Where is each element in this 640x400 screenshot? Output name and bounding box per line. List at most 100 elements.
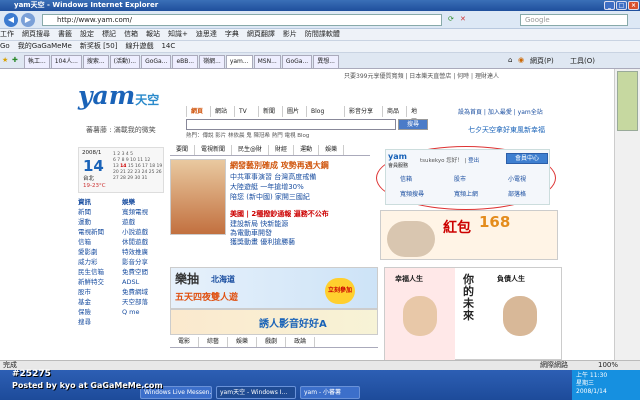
system-tray[interactable]: 上午 11:30 星期三 2008/1/14 <box>572 370 640 400</box>
sidebar-link[interactable]: 資訊 <box>78 197 122 207</box>
links-toolbar-item[interactable]: 線升遊戲 <box>125 41 153 52</box>
sidebar-link[interactable]: 保險 <box>78 307 122 317</box>
sidebar-link[interactable]: 愛影劇 <box>78 247 122 257</box>
video-ad[interactable]: 誘人影音好好A <box>170 309 378 335</box>
bottom-tab[interactable]: 政論 <box>286 337 316 347</box>
news-item[interactable]: 陪您 (新中國) 家開三國紀 <box>230 192 372 202</box>
nav-tab-6[interactable]: 影音分享 <box>344 106 377 117</box>
sidebar-link[interactable]: 搜尋 <box>78 317 122 327</box>
sidebar-link[interactable]: 新鮮特交 <box>78 277 122 287</box>
member-item[interactable]: 股市 <box>454 174 466 183</box>
sidebar-link[interactable]: ADSL <box>122 277 166 287</box>
news-tab[interactable]: 電視新聞 <box>195 145 233 155</box>
member-item[interactable]: 信箱 <box>400 174 412 183</box>
header-links[interactable]: 設為首頁 | 加入最愛 | yam全站 <box>458 107 543 116</box>
yahoo-toolbar-item[interactable]: 報站 <box>146 29 160 40</box>
sidebar-link[interactable]: 特效推廣 <box>122 247 166 257</box>
sidebar-link[interactable]: 威力彩 <box>78 257 122 267</box>
favorites-star-icon[interactable]: ★ <box>2 56 8 64</box>
member-center-button[interactable]: 會員中心 <box>506 153 548 164</box>
toolbar-tools[interactable]: 工具(O) <box>570 56 595 66</box>
member-item[interactable]: 小電視 <box>508 174 526 183</box>
sidebar-link[interactable]: 新聞 <box>78 207 122 217</box>
nav-tab-5[interactable]: Blog <box>306 106 328 117</box>
browser-tab[interactable]: 搜索... <box>82 55 109 68</box>
vertical-scrollbar[interactable] <box>614 69 640 360</box>
member-item[interactable]: 寬頻上網 <box>454 189 478 198</box>
sidebar-link[interactable]: 股市 <box>78 287 122 297</box>
toolbar-page[interactable]: 網頁(P) <box>530 56 554 66</box>
nav-tab-7[interactable]: 商品 <box>382 106 403 117</box>
news-tab[interactable]: 運動 <box>294 145 320 155</box>
sidebar-link[interactable]: 影音分享 <box>122 257 166 267</box>
news-tab[interactable]: 財經 <box>269 145 295 155</box>
scroll-thumb[interactable] <box>617 71 638 131</box>
sidebar-link[interactable]: 寬頻電視 <box>122 207 166 217</box>
top-promo-links[interactable]: 只要399元享優質寬頻 | 日本樂天直營店 | 何時 | 理財達人 <box>344 71 614 80</box>
member-item[interactable]: 寬頻搜尋 <box>400 189 424 198</box>
links-toolbar-item[interactable]: 我的GaGaMeMe <box>18 41 72 52</box>
search-input[interactable]: Google <box>520 14 628 26</box>
sidebar-link[interactable]: 免費網域 <box>122 287 166 297</box>
browser-tab[interactable]: MSN... <box>253 55 281 68</box>
sidebar-link[interactable]: 休閒遊戲 <box>122 237 166 247</box>
redenvelope-ad[interactable]: 紅包 168 <box>380 210 558 260</box>
news-item[interactable]: 大陸遊艇 一年搶增30% <box>230 182 372 192</box>
browser-tab[interactable]: 異想... <box>313 55 339 68</box>
yahoo-toolbar-item[interactable]: 迪思達 <box>196 29 217 40</box>
yahoo-toolbar-item[interactable]: 知識+ <box>168 29 188 40</box>
sidebar-link[interactable]: 電視新聞 <box>78 227 122 237</box>
browser-tab[interactable]: (活動)... <box>109 55 141 68</box>
search-button[interactable]: 搜尋 <box>398 119 428 130</box>
news-headline2[interactable]: 美國 | 2種撥鈔通報 逼務不公布 <box>230 209 329 219</box>
sidebar-link[interactable]: 天空部落 <box>122 297 166 307</box>
back-icon[interactable]: ◀ <box>4 13 18 27</box>
yahoo-toolbar-item[interactable]: 工作 <box>0 29 14 40</box>
nav-tab-2[interactable]: TV <box>234 106 251 117</box>
browser-tab[interactable]: 嶺網... <box>199 55 225 68</box>
yahoo-toolbar-item[interactable]: 標記 <box>102 29 116 40</box>
nav-tab-8[interactable]: 地圖 <box>406 106 426 126</box>
address-bar[interactable]: http://www.yam.com/ <box>42 14 442 26</box>
browser-tab[interactable]: GoGa... <box>141 55 172 68</box>
bottom-tab[interactable]: 娛樂 <box>228 337 258 347</box>
news-item[interactable]: 獲獎動畫 優利搶勝藝 <box>230 238 372 247</box>
refresh-icon[interactable]: ⟳ <box>448 15 454 23</box>
news-item[interactable]: 中共軍事演習 台灣高度戒備 <box>230 172 372 182</box>
bottom-tab[interactable]: 戲劇 <box>257 337 287 347</box>
news-item[interactable]: 建設新局 快新能源 <box>230 220 372 229</box>
sidebar-link[interactable]: Q me <box>122 307 166 317</box>
logout-link[interactable]: 登出 <box>468 158 479 164</box>
yahoo-toolbar-item[interactable]: 設定 <box>80 29 94 40</box>
links-toolbar-item[interactable]: Go <box>0 41 10 52</box>
hot-searches[interactable]: 熱門：傳說 影片 林依晨 鬼 陳冠希 熱門 電視 Blog <box>186 131 446 139</box>
browser-tab[interactable]: 執工... <box>24 55 50 68</box>
stop-icon[interactable]: ✕ <box>460 15 466 23</box>
yahoo-toolbar-item[interactable]: 字典 <box>225 29 239 40</box>
add-favorite-icon[interactable]: ✚ <box>12 56 18 64</box>
browser-tab[interactable]: yam... <box>225 55 253 68</box>
yahoo-toolbar-item[interactable]: 書籤 <box>58 29 72 40</box>
sidebar-link[interactable]: 基金 <box>78 297 122 307</box>
calendar-grid[interactable]: 1 2 3 4 56 7 8 9 10 11 12 13 14 15 16 17 … <box>113 152 163 190</box>
home-icon[interactable]: ⌂ <box>508 56 512 64</box>
future-ad[interactable]: 幸福人生 你的未來 負債人生 <box>384 267 562 360</box>
hokkaido-ad[interactable]: 樂抽 北海道 五天四夜雙人遊 立刻參加 <box>170 267 378 309</box>
sidebar-link[interactable]: 免費空間 <box>122 267 166 277</box>
yahoo-toolbar-item[interactable]: 網頁翻譯 <box>247 29 275 40</box>
bottom-tab[interactable]: 電影 <box>170 337 200 347</box>
nav-tab-0[interactable]: 網頁 <box>186 106 207 117</box>
sidebar-link[interactable]: 民生信箱 <box>78 267 122 277</box>
yahoo-toolbar-item[interactable]: 信箱 <box>124 29 138 40</box>
news-tab[interactable]: 娛樂 <box>319 145 345 155</box>
news-tab[interactable]: 民生@財 <box>232 145 270 155</box>
news-item[interactable]: 為電動車開發 <box>230 229 372 238</box>
links-toolbar-item[interactable]: 14C <box>161 41 175 52</box>
sidebar-link[interactable]: 信箱 <box>78 237 122 247</box>
maximize-button[interactable]: □ <box>616 1 627 10</box>
news-tab[interactable]: 要聞 <box>170 145 196 155</box>
yahoo-toolbar-item[interactable]: 影片 <box>283 29 297 40</box>
sidebar-link[interactable]: 小說遊戲 <box>122 227 166 237</box>
close-button[interactable]: × <box>628 1 639 10</box>
task-item[interactable]: yam - 小蕃薯 <box>300 386 360 399</box>
